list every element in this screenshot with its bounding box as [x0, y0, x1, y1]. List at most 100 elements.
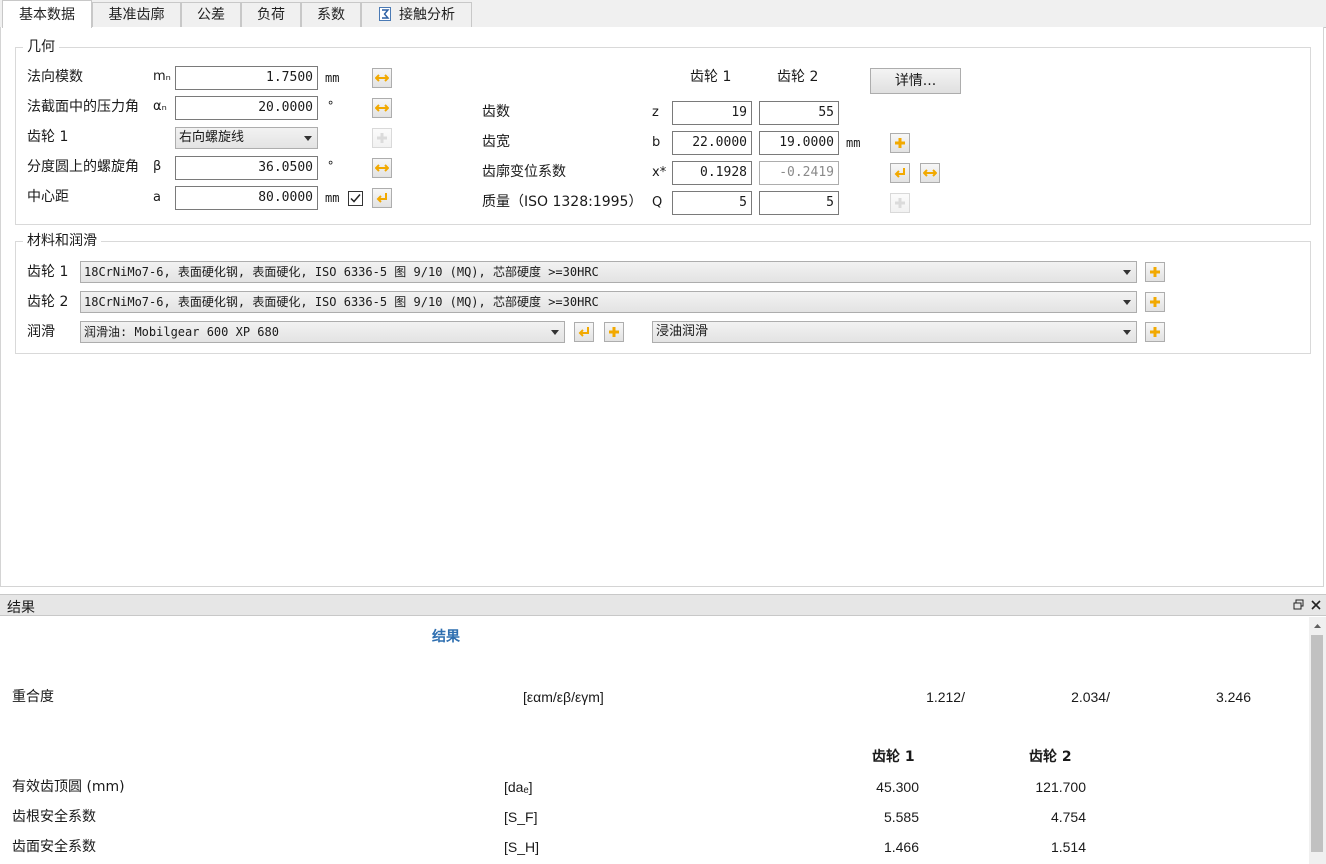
- flank-safety-gear1: 1.466: [883, 839, 919, 855]
- helix-direction-select[interactable]: 右向螺旋线: [175, 127, 318, 149]
- root-safety-label: 齿根安全系数: [12, 809, 96, 825]
- pressure-angle-unit: °: [327, 99, 335, 113]
- chevron-down-icon: [1123, 270, 1131, 275]
- flank-safety-gear2: 1.514: [1050, 839, 1086, 855]
- lubrication-type-select[interactable]: 浸油润滑: [652, 321, 1137, 343]
- helix-direction-value: 右向螺旋线: [179, 130, 245, 145]
- root-safety-gear1: 5.585: [883, 809, 919, 825]
- lubrication-type-add-button[interactable]: [1145, 322, 1165, 342]
- tab-label: 负荷: [257, 7, 285, 23]
- plus-icon: [1150, 327, 1160, 337]
- gear2-width-field[interactable]: 19.0000: [759, 131, 839, 155]
- root-safety-gear2: 4.754: [1050, 809, 1086, 825]
- normal-module-symbol: mₙ: [153, 69, 171, 84]
- double-arrow-icon: [375, 74, 389, 82]
- apply-left-button[interactable]: [372, 188, 392, 208]
- sum-document-icon: [379, 7, 391, 21]
- arrow-return-icon: [578, 327, 589, 337]
- gear1-material-add-button[interactable]: [1145, 262, 1165, 282]
- results-panel-header: 结果: [0, 594, 1326, 616]
- contact-ratio-value-3: 3.246: [1215, 689, 1251, 705]
- material-group-title: 材料和润滑: [23, 233, 101, 249]
- tab-load[interactable]: 负荷: [241, 2, 301, 28]
- gear1-helix-label: 齿轮 1: [27, 129, 69, 145]
- contact-ratio-value-2: 2.034/: [1071, 689, 1110, 705]
- tip-diameter-gear2: 121.700: [1035, 779, 1086, 795]
- contact-ratio-symbol: [εαm/εβ/εγm]: [523, 689, 604, 705]
- helix-angle-unit: °: [327, 159, 335, 173]
- chevron-down-icon: [1123, 330, 1131, 335]
- normal-module-field[interactable]: 1.7500: [175, 66, 318, 90]
- profile-shift-symbol: x*: [652, 165, 667, 180]
- gear2-material-value: 18CrNiMo7-6, 表面硬化钢, 表面硬化, ISO 6336-5 图 9…: [84, 295, 599, 309]
- normal-module-unit: mm: [325, 71, 340, 85]
- plus-icon: [1150, 267, 1160, 277]
- quality-add-button-disabled[interactable]: [890, 193, 910, 213]
- flank-safety-label: 齿面安全系数: [12, 839, 96, 855]
- gear2-teeth-field[interactable]: 55: [759, 101, 839, 125]
- face-width-unit: mm: [846, 136, 861, 150]
- details-button[interactable]: 详情...: [870, 68, 961, 94]
- close-icon[interactable]: [1311, 599, 1321, 614]
- double-arrow-icon: [375, 164, 389, 172]
- results-content: 结果 重合度 [εαm/εβ/εγm] 1.212/ 2.034/ 3.246 …: [0, 617, 1326, 864]
- scroll-thumb[interactable]: [1311, 635, 1323, 852]
- chevron-down-icon: [304, 136, 312, 141]
- face-width-symbol: b: [652, 135, 661, 150]
- tab-reference-profile[interactable]: 基准齿廓: [92, 2, 181, 28]
- tip-diameter-gear1: 45.300: [876, 779, 919, 795]
- tab-basic-data[interactable]: 基本数据: [2, 0, 92, 28]
- lubricant-select[interactable]: 润滑油: Mobilgear 600 XP 680: [80, 321, 565, 343]
- root-safety-symbol: [S_F]: [504, 809, 538, 825]
- convert-button[interactable]: [372, 68, 392, 88]
- results-scrollbar[interactable]: [1309, 617, 1326, 864]
- convert-button[interactable]: [920, 163, 940, 183]
- plus-icon: [377, 133, 387, 143]
- pressure-angle-field[interactable]: 20.0000: [175, 96, 318, 120]
- results-gear2-header: 齿轮 2: [1029, 749, 1072, 765]
- face-width-label: 齿宽: [482, 134, 510, 150]
- helix-angle-field[interactable]: 36.0500: [175, 156, 318, 180]
- tab-tolerances[interactable]: 公差: [181, 2, 241, 28]
- chevron-down-icon: [551, 330, 559, 335]
- tab-contact-analysis[interactable]: 接触分析: [361, 2, 472, 28]
- plus-icon: [609, 327, 619, 337]
- convert-button[interactable]: [372, 98, 392, 118]
- scroll-up-icon[interactable]: [1309, 619, 1326, 633]
- chevron-down-icon: [1123, 300, 1131, 305]
- pressure-angle-label: 法截面中的压力角: [27, 99, 139, 115]
- quality-label: 质量（ISO 1328:1995）: [482, 194, 643, 210]
- lubrication-label: 润滑: [27, 324, 55, 340]
- profile-shift-label: 齿廓变位系数: [482, 164, 566, 180]
- center-distance-field[interactable]: 80.0000: [175, 186, 318, 210]
- tip-diameter-symbol: [daₑ]: [504, 779, 533, 795]
- results-heading: 结果: [432, 629, 460, 645]
- lubricant-apply-button[interactable]: [574, 322, 594, 342]
- gear1-material-select[interactable]: 18CrNiMo7-6, 表面硬化钢, 表面硬化, ISO 6336-5 图 9…: [80, 261, 1137, 283]
- lubricant-add-button[interactable]: [604, 322, 624, 342]
- gear2-material-add-button[interactable]: [1145, 292, 1165, 312]
- gear2-material-select[interactable]: 18CrNiMo7-6, 表面硬化钢, 表面硬化, ISO 6336-5 图 9…: [80, 291, 1137, 313]
- gear1-material-label: 齿轮 1: [27, 264, 69, 280]
- gear2-shift-field[interactable]: -0.2419: [759, 161, 839, 185]
- gear2-material-label: 齿轮 2: [27, 294, 69, 310]
- add-button-disabled[interactable]: [372, 128, 392, 148]
- gear1-width-field[interactable]: 22.0000: [672, 131, 752, 155]
- gear1-quality-field[interactable]: 5: [672, 191, 752, 215]
- apply-left-button[interactable]: [890, 163, 910, 183]
- checkmark-icon: [350, 194, 361, 203]
- plus-icon: [895, 138, 905, 148]
- lubrication-type-value: 浸油润滑: [656, 324, 709, 339]
- restore-window-icon[interactable]: [1293, 599, 1304, 614]
- gear1-header: 齿轮 1: [690, 69, 732, 85]
- center-distance-checkbox[interactable]: [348, 191, 363, 206]
- gear2-quality-field[interactable]: 5: [759, 191, 839, 215]
- tab-factors[interactable]: 系数: [301, 2, 361, 28]
- results-panel-title: 结果: [7, 600, 35, 616]
- face-width-add-button[interactable]: [890, 133, 910, 153]
- convert-button[interactable]: [372, 158, 392, 178]
- helix-angle-label: 分度圆上的螺旋角: [27, 159, 139, 175]
- gear1-shift-field[interactable]: 0.1928: [672, 161, 752, 185]
- gear1-teeth-field[interactable]: 19: [672, 101, 752, 125]
- normal-module-label: 法向模数: [27, 69, 83, 85]
